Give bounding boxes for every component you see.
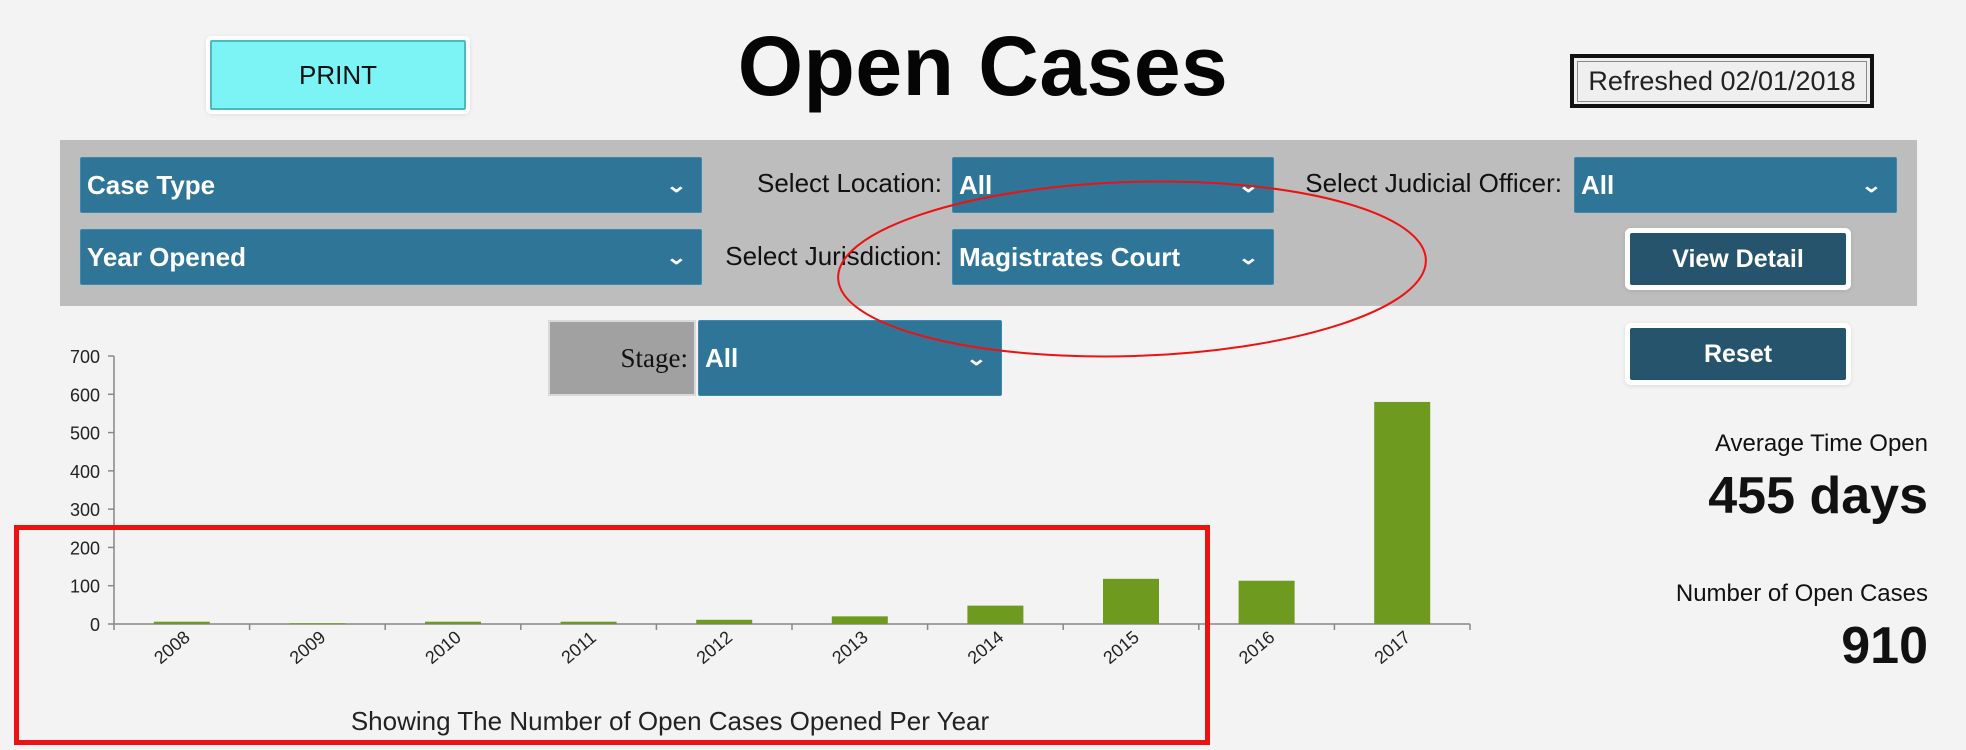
y-tick-label: 600 <box>70 385 100 405</box>
bar-2012 <box>696 619 753 624</box>
bar-2013 <box>831 616 888 624</box>
x-tick-label: 2009 <box>286 627 330 668</box>
y-tick-label: 700 <box>70 347 100 367</box>
bar-2017 <box>1374 401 1431 624</box>
x-tick-label: 2008 <box>150 627 194 668</box>
bar-2009 <box>289 623 346 625</box>
x-tick-label: 2016 <box>1235 627 1279 668</box>
y-tick-label: 500 <box>70 424 100 444</box>
bar-2016 <box>1238 580 1295 624</box>
open-cases-bar-chart: 0 100 200 300 400 500 600 700 2008 2009 2010 2011 20… <box>70 347 1471 668</box>
x-tick-label: 2013 <box>828 627 872 668</box>
x-tick-label: 2010 <box>421 627 465 668</box>
bar-2011 <box>560 621 617 624</box>
chart-caption: Showing The Number of Open Cases Opened … <box>350 706 990 736</box>
bar-2010 <box>425 621 481 624</box>
y-tick-label: 100 <box>70 577 100 597</box>
y-tick-label: 0 <box>90 615 100 635</box>
x-tick-label: 2011 <box>557 627 600 667</box>
bar-2014 <box>967 605 1024 624</box>
y-tick-label: 300 <box>70 500 100 520</box>
x-tick-label: 2015 <box>1099 627 1143 668</box>
y-tick-label: 200 <box>70 538 100 558</box>
x-tick-label: 2017 <box>1371 627 1415 668</box>
x-tick-label: 2012 <box>693 627 737 668</box>
x-tick-label: 2014 <box>964 627 1008 668</box>
bar-2015 <box>1103 578 1159 624</box>
y-tick-label: 400 <box>70 462 100 482</box>
bar-2008 <box>153 621 210 624</box>
